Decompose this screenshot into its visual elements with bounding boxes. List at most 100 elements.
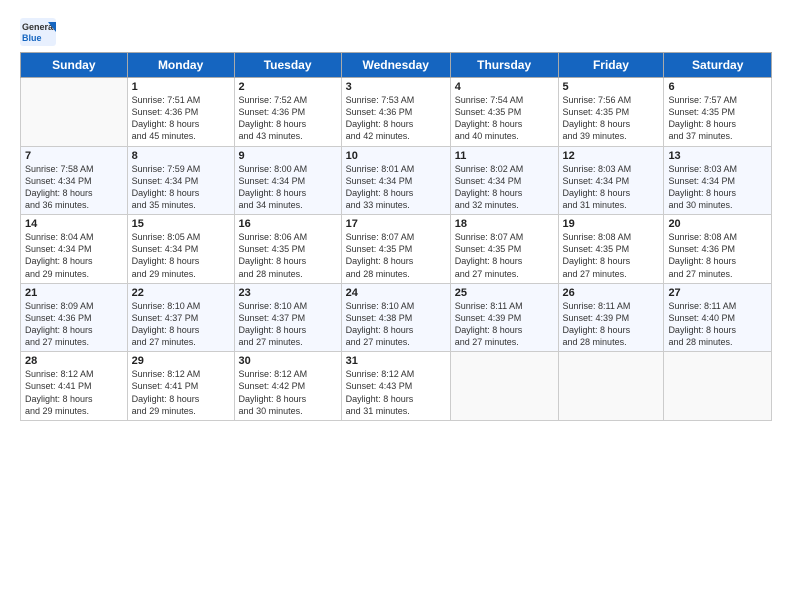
cell-info: Sunrise: 8:06 AM Sunset: 4:35 PM Dayligh… xyxy=(239,231,337,280)
cell-info: Sunrise: 8:12 AM Sunset: 4:43 PM Dayligh… xyxy=(346,368,446,417)
cell-info: Sunrise: 8:04 AM Sunset: 4:34 PM Dayligh… xyxy=(25,231,123,280)
cell-info: Sunrise: 8:11 AM Sunset: 4:40 PM Dayligh… xyxy=(668,300,767,349)
cell-info: Sunrise: 8:10 AM Sunset: 4:37 PM Dayligh… xyxy=(132,300,230,349)
cell-3-7: 20Sunrise: 8:08 AM Sunset: 4:36 PM Dayli… xyxy=(664,215,772,284)
week-row-5: 28Sunrise: 8:12 AM Sunset: 4:41 PM Dayli… xyxy=(21,352,772,421)
cell-info: Sunrise: 8:12 AM Sunset: 4:41 PM Dayligh… xyxy=(25,368,123,417)
cell-4-3: 23Sunrise: 8:10 AM Sunset: 4:37 PM Dayli… xyxy=(234,283,341,352)
cell-info: Sunrise: 8:03 AM Sunset: 4:34 PM Dayligh… xyxy=(668,163,767,212)
header-row: SundayMondayTuesdayWednesdayThursdayFrid… xyxy=(21,53,772,78)
cell-1-3: 2Sunrise: 7:52 AM Sunset: 4:36 PM Daylig… xyxy=(234,78,341,147)
cell-5-5 xyxy=(450,352,558,421)
day-number: 1 xyxy=(132,81,230,93)
day-number: 16 xyxy=(239,218,337,230)
cell-info: Sunrise: 7:59 AM Sunset: 4:34 PM Dayligh… xyxy=(132,163,230,212)
day-number: 8 xyxy=(132,150,230,162)
cell-info: Sunrise: 8:05 AM Sunset: 4:34 PM Dayligh… xyxy=(132,231,230,280)
cell-1-4: 3Sunrise: 7:53 AM Sunset: 4:36 PM Daylig… xyxy=(341,78,450,147)
week-row-1: 1Sunrise: 7:51 AM Sunset: 4:36 PM Daylig… xyxy=(21,78,772,147)
cell-info: Sunrise: 7:52 AM Sunset: 4:36 PM Dayligh… xyxy=(239,94,337,143)
day-number: 19 xyxy=(563,218,660,230)
col-header-monday: Monday xyxy=(127,53,234,78)
cell-info: Sunrise: 7:53 AM Sunset: 4:36 PM Dayligh… xyxy=(346,94,446,143)
cell-2-3: 9Sunrise: 8:00 AM Sunset: 4:34 PM Daylig… xyxy=(234,146,341,215)
day-number: 21 xyxy=(25,287,123,299)
cell-info: Sunrise: 8:01 AM Sunset: 4:34 PM Dayligh… xyxy=(346,163,446,212)
day-number: 23 xyxy=(239,287,337,299)
cell-info: Sunrise: 7:56 AM Sunset: 4:35 PM Dayligh… xyxy=(563,94,660,143)
cell-info: Sunrise: 8:03 AM Sunset: 4:34 PM Dayligh… xyxy=(563,163,660,212)
week-row-2: 7Sunrise: 7:58 AM Sunset: 4:34 PM Daylig… xyxy=(21,146,772,215)
cell-5-4: 31Sunrise: 8:12 AM Sunset: 4:43 PM Dayli… xyxy=(341,352,450,421)
cell-info: Sunrise: 8:08 AM Sunset: 4:36 PM Dayligh… xyxy=(668,231,767,280)
day-number: 4 xyxy=(455,81,554,93)
cell-1-5: 4Sunrise: 7:54 AM Sunset: 4:35 PM Daylig… xyxy=(450,78,558,147)
day-number: 28 xyxy=(25,355,123,367)
cell-info: Sunrise: 8:07 AM Sunset: 4:35 PM Dayligh… xyxy=(346,231,446,280)
day-number: 22 xyxy=(132,287,230,299)
cell-4-5: 25Sunrise: 8:11 AM Sunset: 4:39 PM Dayli… xyxy=(450,283,558,352)
cell-4-6: 26Sunrise: 8:11 AM Sunset: 4:39 PM Dayli… xyxy=(558,283,664,352)
cell-2-2: 8Sunrise: 7:59 AM Sunset: 4:34 PM Daylig… xyxy=(127,146,234,215)
col-header-wednesday: Wednesday xyxy=(341,53,450,78)
logo-icon: General Blue xyxy=(20,18,56,46)
cell-4-1: 21Sunrise: 8:09 AM Sunset: 4:36 PM Dayli… xyxy=(21,283,128,352)
svg-text:Blue: Blue xyxy=(22,33,42,43)
col-header-sunday: Sunday xyxy=(21,53,128,78)
cell-3-4: 17Sunrise: 8:07 AM Sunset: 4:35 PM Dayli… xyxy=(341,215,450,284)
cell-info: Sunrise: 8:00 AM Sunset: 4:34 PM Dayligh… xyxy=(239,163,337,212)
cell-4-2: 22Sunrise: 8:10 AM Sunset: 4:37 PM Dayli… xyxy=(127,283,234,352)
cell-2-4: 10Sunrise: 8:01 AM Sunset: 4:34 PM Dayli… xyxy=(341,146,450,215)
day-number: 10 xyxy=(346,150,446,162)
day-number: 5 xyxy=(563,81,660,93)
header: General Blue xyxy=(20,18,772,46)
day-number: 13 xyxy=(668,150,767,162)
cell-1-2: 1Sunrise: 7:51 AM Sunset: 4:36 PM Daylig… xyxy=(127,78,234,147)
cell-5-3: 30Sunrise: 8:12 AM Sunset: 4:42 PM Dayli… xyxy=(234,352,341,421)
cell-5-1: 28Sunrise: 8:12 AM Sunset: 4:41 PM Dayli… xyxy=(21,352,128,421)
cell-3-1: 14Sunrise: 8:04 AM Sunset: 4:34 PM Dayli… xyxy=(21,215,128,284)
cell-5-7 xyxy=(664,352,772,421)
day-number: 6 xyxy=(668,81,767,93)
logo: General Blue xyxy=(20,18,60,46)
day-number: 9 xyxy=(239,150,337,162)
cell-info: Sunrise: 8:02 AM Sunset: 4:34 PM Dayligh… xyxy=(455,163,554,212)
cell-1-6: 5Sunrise: 7:56 AM Sunset: 4:35 PM Daylig… xyxy=(558,78,664,147)
day-number: 3 xyxy=(346,81,446,93)
col-header-saturday: Saturday xyxy=(664,53,772,78)
cell-info: Sunrise: 7:54 AM Sunset: 4:35 PM Dayligh… xyxy=(455,94,554,143)
week-row-3: 14Sunrise: 8:04 AM Sunset: 4:34 PM Dayli… xyxy=(21,215,772,284)
calendar-page: General Blue SundayMondayTuesdayWednesda… xyxy=(0,0,792,431)
cell-5-2: 29Sunrise: 8:12 AM Sunset: 4:41 PM Dayli… xyxy=(127,352,234,421)
day-number: 11 xyxy=(455,150,554,162)
cell-info: Sunrise: 8:12 AM Sunset: 4:42 PM Dayligh… xyxy=(239,368,337,417)
cell-2-6: 12Sunrise: 8:03 AM Sunset: 4:34 PM Dayli… xyxy=(558,146,664,215)
day-number: 12 xyxy=(563,150,660,162)
day-number: 25 xyxy=(455,287,554,299)
day-number: 2 xyxy=(239,81,337,93)
day-number: 15 xyxy=(132,218,230,230)
week-row-4: 21Sunrise: 8:09 AM Sunset: 4:36 PM Dayli… xyxy=(21,283,772,352)
cell-info: Sunrise: 8:10 AM Sunset: 4:38 PM Dayligh… xyxy=(346,300,446,349)
day-number: 31 xyxy=(346,355,446,367)
calendar-table: SundayMondayTuesdayWednesdayThursdayFrid… xyxy=(20,52,772,421)
cell-info: Sunrise: 8:07 AM Sunset: 4:35 PM Dayligh… xyxy=(455,231,554,280)
col-header-thursday: Thursday xyxy=(450,53,558,78)
day-number: 20 xyxy=(668,218,767,230)
day-number: 18 xyxy=(455,218,554,230)
cell-3-2: 15Sunrise: 8:05 AM Sunset: 4:34 PM Dayli… xyxy=(127,215,234,284)
day-number: 17 xyxy=(346,218,446,230)
cell-info: Sunrise: 8:11 AM Sunset: 4:39 PM Dayligh… xyxy=(563,300,660,349)
cell-2-5: 11Sunrise: 8:02 AM Sunset: 4:34 PM Dayli… xyxy=(450,146,558,215)
cell-3-3: 16Sunrise: 8:06 AM Sunset: 4:35 PM Dayli… xyxy=(234,215,341,284)
col-header-friday: Friday xyxy=(558,53,664,78)
day-number: 7 xyxy=(25,150,123,162)
day-number: 29 xyxy=(132,355,230,367)
day-number: 24 xyxy=(346,287,446,299)
cell-3-6: 19Sunrise: 8:08 AM Sunset: 4:35 PM Dayli… xyxy=(558,215,664,284)
cell-info: Sunrise: 8:12 AM Sunset: 4:41 PM Dayligh… xyxy=(132,368,230,417)
cell-5-6 xyxy=(558,352,664,421)
day-number: 26 xyxy=(563,287,660,299)
cell-info: Sunrise: 8:08 AM Sunset: 4:35 PM Dayligh… xyxy=(563,231,660,280)
cell-info: Sunrise: 8:09 AM Sunset: 4:36 PM Dayligh… xyxy=(25,300,123,349)
